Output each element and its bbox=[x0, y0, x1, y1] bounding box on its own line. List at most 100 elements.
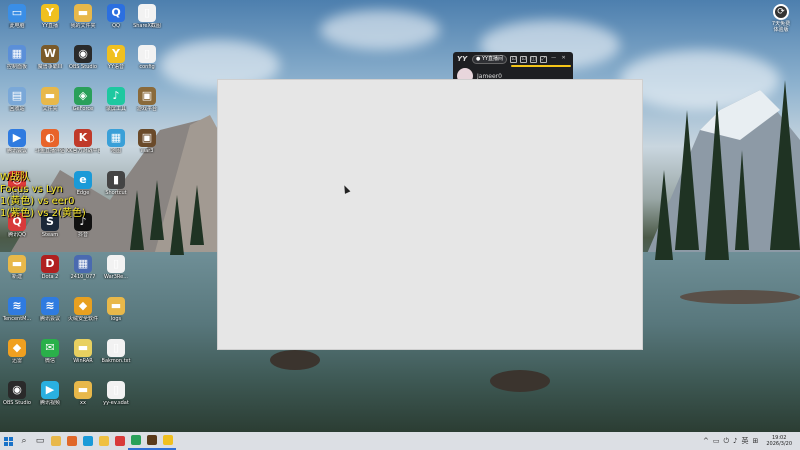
yy-close-icon[interactable]: ✕ bbox=[560, 55, 567, 63]
tree bbox=[735, 150, 749, 250]
warcraft-icon bbox=[147, 435, 157, 445]
desktop-icon[interactable]: ▯ War3Re... bbox=[99, 253, 133, 291]
yy-minimize-icon[interactable]: — bbox=[550, 55, 557, 63]
desktop-icon[interactable]: ▬ logs bbox=[99, 295, 133, 333]
edge-icon bbox=[83, 436, 93, 446]
yy-logo: YY bbox=[457, 55, 468, 63]
taskbar-explorer-button[interactable] bbox=[48, 432, 64, 450]
desktop-icon[interactable]: ▬ 我的文件夹 bbox=[66, 2, 100, 40]
desktop-icon-label: 抖音 bbox=[77, 232, 88, 238]
app-icon: ≋ bbox=[8, 297, 26, 315]
desktop-icon[interactable]: ✉ 微信 bbox=[33, 337, 67, 375]
desktop-icon-label: OBS Studio bbox=[69, 64, 97, 70]
desktop-icon[interactable]: ▬ 新建 bbox=[0, 253, 34, 291]
desktop-icon[interactable]: ▯ ShareX截图 bbox=[130, 2, 164, 40]
desktop-icon[interactable]: ◈ GeForce bbox=[66, 85, 100, 123]
yy-control-icon[interactable]: ◫ bbox=[530, 55, 538, 63]
yy-accent-bar bbox=[511, 65, 571, 67]
app-icon: ▬ bbox=[74, 4, 92, 22]
taskbar-yy-button[interactable] bbox=[160, 432, 176, 450]
yy-control-icon[interactable]: ⊡ bbox=[520, 55, 528, 63]
app-icon: ▬ bbox=[8, 255, 26, 273]
tray-network-icon[interactable]: ▭ bbox=[713, 437, 720, 445]
desktop-icon-label: 腾讯视频 bbox=[39, 400, 60, 406]
desktop-icon[interactable]: ◉ OBS Studio bbox=[0, 379, 34, 417]
desktop-icon[interactable]: ◐ 斗鱼直播伴侣 bbox=[33, 127, 67, 165]
taskbar-netease-button[interactable] bbox=[112, 432, 128, 450]
taskbar-edge-button[interactable] bbox=[80, 432, 96, 450]
desktop-icon-label: 迅雷 bbox=[11, 358, 22, 364]
desktop-icon[interactable]: ◆ 火绒安全软件 bbox=[66, 295, 100, 333]
desktop-icon-label: WinRAR bbox=[73, 358, 93, 364]
desktop-icon[interactable]: W 魔兽争霸III bbox=[33, 43, 67, 81]
desktop-icon[interactable]: D Dota 2 bbox=[33, 253, 67, 291]
desktop-icon[interactable]: ▦ 地图 bbox=[99, 127, 133, 165]
desktop-icon[interactable]: Y YY直播 bbox=[33, 2, 67, 40]
stream-overlay-text: W战队 Focus vs Lyn 1(黄色) vs eer0 1(紫色) vs … bbox=[0, 172, 86, 220]
desktop-icon[interactable]: ◉ OBS Studio bbox=[66, 43, 100, 81]
desktop-icon[interactable]: ▣ 游戏平台 bbox=[130, 85, 164, 123]
app-icon: ◉ bbox=[74, 45, 92, 63]
clock-date: 2026/3/20 bbox=[766, 441, 792, 447]
clock[interactable]: 19:02 2026/3/20 bbox=[766, 435, 792, 447]
desktop-icon[interactable]: ▮ Shortcut bbox=[99, 169, 133, 207]
desktop-icon[interactable]: Y YY语音 bbox=[99, 43, 133, 81]
desktop-icon[interactable]: ≋ 腾讯会议 bbox=[33, 295, 67, 333]
desktop-icon[interactable]: ▤ 回收站 bbox=[0, 85, 34, 123]
desktop-icon-label: Steam bbox=[41, 232, 59, 238]
app-icon: ◐ bbox=[41, 129, 59, 147]
desktop-icon[interactable]: K KK官方对战平台 bbox=[66, 127, 100, 165]
taskbar-task-view-button[interactable]: ▭ bbox=[32, 432, 48, 450]
tray-input-method[interactable]: 英 bbox=[741, 436, 748, 446]
desktop-icon[interactable]: ▶ 腾讯视频 bbox=[33, 379, 67, 417]
desktop: ▭ 此电脑 Y YY直播 ▬ 我的文件夹 Q QQ ▯ ShareX截图 ▦ 控制面板 W 魔兽争霸III… bbox=[0, 0, 800, 432]
app-icon: ▭ bbox=[8, 4, 26, 22]
start-button[interactable] bbox=[0, 432, 16, 450]
windows-logo-icon bbox=[3, 436, 13, 446]
overlay-line: 1(黄色) vs eer0 bbox=[0, 196, 75, 207]
desktop-icon[interactable]: ▯ Bakmon.txt bbox=[99, 337, 133, 375]
taskbar-app-orange-button[interactable] bbox=[64, 432, 80, 450]
app-icon: ▯ bbox=[107, 381, 125, 399]
taskbar-geforce-button[interactable] bbox=[128, 432, 144, 450]
desktop-icon[interactable]: ◆ 迅雷 bbox=[0, 337, 34, 375]
desktop-icon-label: YY直播 bbox=[41, 23, 59, 29]
app-icon: Y bbox=[41, 4, 59, 22]
desktop-icon[interactable]: ▦ 控制面板 bbox=[0, 43, 34, 81]
desktop-icon[interactable]: ▬ WinRAR bbox=[66, 337, 100, 375]
app-icon: ⟳ bbox=[773, 4, 789, 20]
desktop-icon[interactable]: ▬ xx bbox=[66, 379, 100, 417]
desktop-icon[interactable]: ▯ yy-ev.sdat bbox=[99, 379, 133, 417]
desktop-icon[interactable]: ▬ 文件夹 bbox=[33, 85, 67, 123]
desktop-icon[interactable]: ▣ War3 bbox=[130, 127, 164, 165]
desktop-icon[interactable]: ▯ config bbox=[130, 43, 164, 81]
desktop-icon[interactable]: ♪ 录屏工具 bbox=[99, 85, 133, 123]
tray-volume-icon[interactable]: ♪ bbox=[733, 437, 737, 445]
cloud bbox=[320, 10, 440, 50]
system-tray: ^ ▭ ⏻ ♪ 英 ⊞ 19:02 2026/3/20 bbox=[703, 432, 800, 450]
tray-keyboard-icon[interactable]: ⊞ bbox=[752, 437, 758, 445]
taskbar-search-button[interactable]: ⌕ bbox=[16, 432, 32, 450]
tree bbox=[170, 195, 184, 255]
yy-control-icon[interactable]: ⊡ bbox=[510, 55, 518, 63]
top-right-shortcut[interactable]: ⟳ 7天免费 体验版 bbox=[766, 4, 796, 33]
taskbar-warcraft-button[interactable] bbox=[144, 432, 160, 450]
desktop-icon[interactable]: ▭ 此电脑 bbox=[0, 2, 34, 40]
desktop-icon-label: 腾讯会议 bbox=[39, 316, 60, 322]
taskbar-folder-button[interactable] bbox=[96, 432, 112, 450]
tree bbox=[655, 170, 673, 260]
desktop-icon[interactable]: ≋ TencentM... bbox=[0, 295, 34, 333]
desktop-icon[interactable]: ▶ 腾讯会议 bbox=[0, 127, 34, 165]
tray-expand-icon[interactable]: ^ bbox=[703, 437, 709, 445]
blank-window[interactable] bbox=[217, 79, 643, 350]
tray-power-icon[interactable]: ⏻ bbox=[723, 437, 729, 446]
rock bbox=[490, 370, 550, 392]
desktop-icon-label: 地图 bbox=[110, 148, 121, 154]
desktop-icon[interactable]: ▦ 2410_077 bbox=[66, 253, 100, 291]
shortcut-label: 7天免费 体验版 bbox=[771, 21, 791, 33]
yy-live-badge[interactable]: ● YY直播间 bbox=[472, 54, 508, 64]
desktop-icon[interactable]: Q QQ bbox=[99, 2, 133, 40]
app-icon: ▤ bbox=[8, 87, 26, 105]
app-icon: K bbox=[74, 129, 92, 147]
yy-expand-icon[interactable]: ⤢ bbox=[540, 55, 548, 63]
